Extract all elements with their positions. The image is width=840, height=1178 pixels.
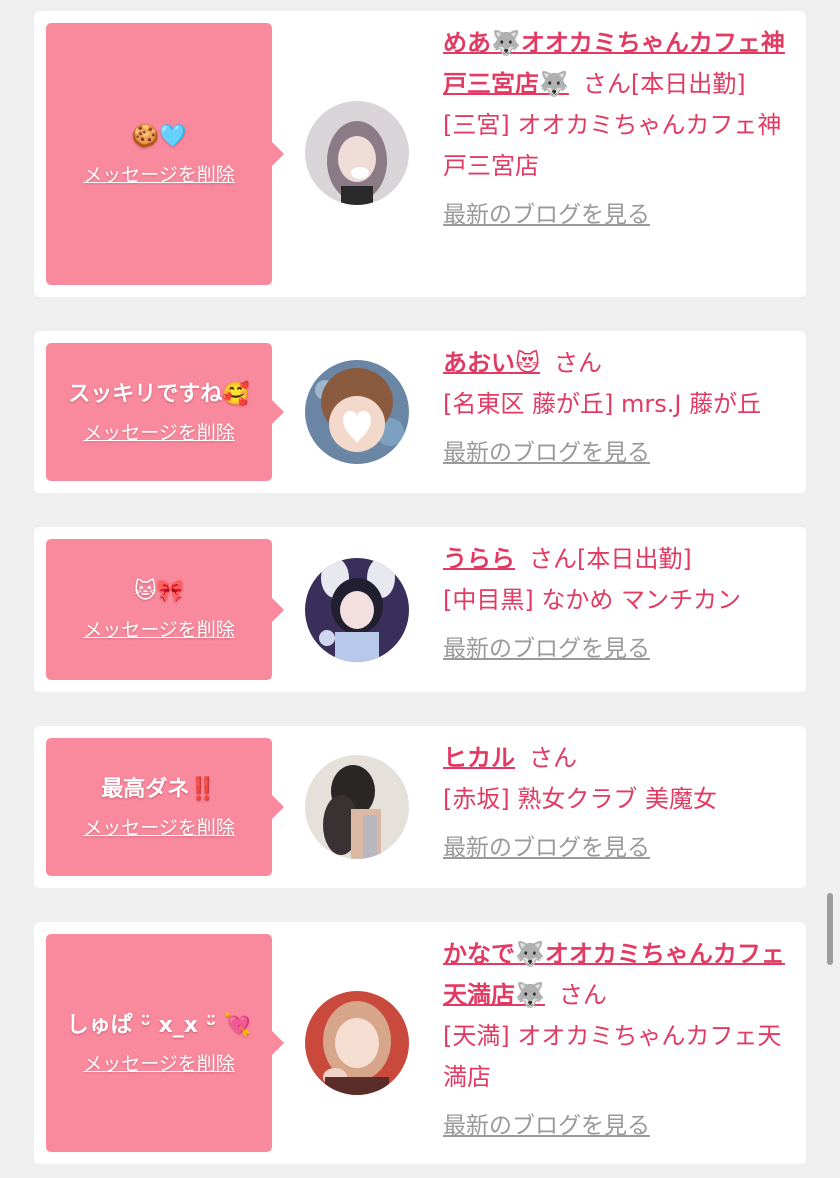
message-bubble: 最高ダネ‼️ メッセージを削除 — [46, 738, 284, 876]
scrollbar[interactable] — [827, 893, 833, 965]
message-card: しゅぱ ᵕ̈ x_x ᵕ̈ 💘 メッセージを削除 かなで🐺オオカミちゃんカフェ天… — [34, 922, 806, 1164]
message-card: 最高ダネ‼️ メッセージを削除 ヒカル さん [赤坂] 熟女クラブ 美魔女 最新の… — [34, 726, 806, 888]
avatar[interactable] — [305, 558, 409, 662]
cast-name-link[interactable]: かなで🐺オオカミちゃんカフェ天満店🐺 — [443, 940, 785, 1009]
cast-name-link[interactable]: ヒカル — [443, 744, 515, 772]
message-bubble: しゅぱ ᵕ̈ x_x ᵕ̈ 💘 メッセージを削除 — [46, 934, 284, 1152]
delete-message-link[interactable]: メッセージを削除 — [83, 615, 235, 642]
message-bubble: スッキリですね🥰 メッセージを削除 — [46, 343, 284, 481]
avatar[interactable] — [305, 991, 409, 1095]
latest-blog-link[interactable]: 最新のブログを見る — [443, 1106, 650, 1147]
message-bubble: 🍪🩵 メッセージを削除 — [46, 23, 284, 285]
honorific: さん — [529, 744, 577, 772]
latest-blog-link[interactable]: 最新のブログを見る — [443, 828, 650, 869]
cast-name-link[interactable]: うらら — [443, 545, 515, 573]
shop-label: [天満] オオカミちゃんカフェ天満店 — [443, 1022, 782, 1091]
honorific: さん — [558, 981, 607, 1009]
shop-label: [名東区 藤が丘] mrs.J 藤が丘 — [443, 390, 762, 418]
cast-name-link[interactable]: あおい😻 — [443, 349, 540, 377]
message-text: 🍪🩵 — [131, 123, 187, 149]
shop-label: [赤坂] 熟女クラブ 美魔女 — [443, 785, 717, 813]
status-label: [本日出勤] — [577, 545, 692, 573]
delete-message-link[interactable]: メッセージを削除 — [83, 418, 235, 445]
avatar[interactable] — [305, 360, 409, 464]
cast-info: かなで🐺オオカミちゃんカフェ天満店🐺 さん [天満] オオカミちゃんカフェ天満店 … — [443, 934, 798, 1147]
shop-label: [三宮] オオカミちゃんカフェ神戸三宮店 — [443, 111, 782, 180]
honorific: さん — [554, 349, 603, 377]
honorific: さん — [529, 545, 577, 573]
message-bubble: 🐱🎀 メッセージを削除 — [46, 539, 284, 680]
latest-blog-link[interactable]: 最新のブログを見る — [443, 629, 650, 670]
message-text: スッキリですね🥰 — [68, 381, 250, 407]
message-card: 🐱🎀 メッセージを削除 うらら さん[本日出勤] [中目黒] なかめ マンチカン … — [34, 527, 806, 692]
delete-message-link[interactable]: メッセージを削除 — [83, 813, 235, 840]
message-card: 🍪🩵 メッセージを削除 めあ🐺オオカミちゃんカフェ神戸三宮店🐺 さん[本日出勤] … — [34, 11, 806, 297]
delete-message-link[interactable]: メッセージを削除 — [83, 160, 235, 187]
message-text: 🐱🎀 — [133, 579, 185, 604]
cast-info: うらら さん[本日出勤] [中目黒] なかめ マンチカン 最新のブログを見る — [443, 539, 798, 670]
message-text: 最高ダネ‼️ — [101, 776, 217, 802]
status-label: [本日出勤] — [630, 70, 746, 98]
latest-blog-link[interactable]: 最新のブログを見る — [443, 433, 650, 474]
delete-message-link[interactable]: メッセージを削除 — [83, 1049, 235, 1076]
message-card: スッキリですね🥰 メッセージを削除 あおい😻 さん [名東区 藤が丘] mrs.J… — [34, 331, 806, 493]
honorific: さん — [582, 70, 631, 98]
latest-blog-link[interactable]: 最新のブログを見る — [443, 195, 650, 236]
shop-label: [中目黒] なかめ マンチカン — [443, 586, 741, 614]
message-text: しゅぱ ᵕ̈ x_x ᵕ̈ 💘 — [66, 1012, 252, 1038]
avatar[interactable] — [305, 101, 409, 205]
cast-info: めあ🐺オオカミちゃんカフェ神戸三宮店🐺 さん[本日出勤] [三宮] オオカミちゃん… — [443, 23, 798, 236]
cast-info: あおい😻 さん [名東区 藤が丘] mrs.J 藤が丘 最新のブログを見る — [443, 343, 798, 474]
cast-info: ヒカル さん [赤坂] 熟女クラブ 美魔女 最新のブログを見る — [443, 738, 798, 869]
avatar[interactable] — [305, 755, 409, 859]
